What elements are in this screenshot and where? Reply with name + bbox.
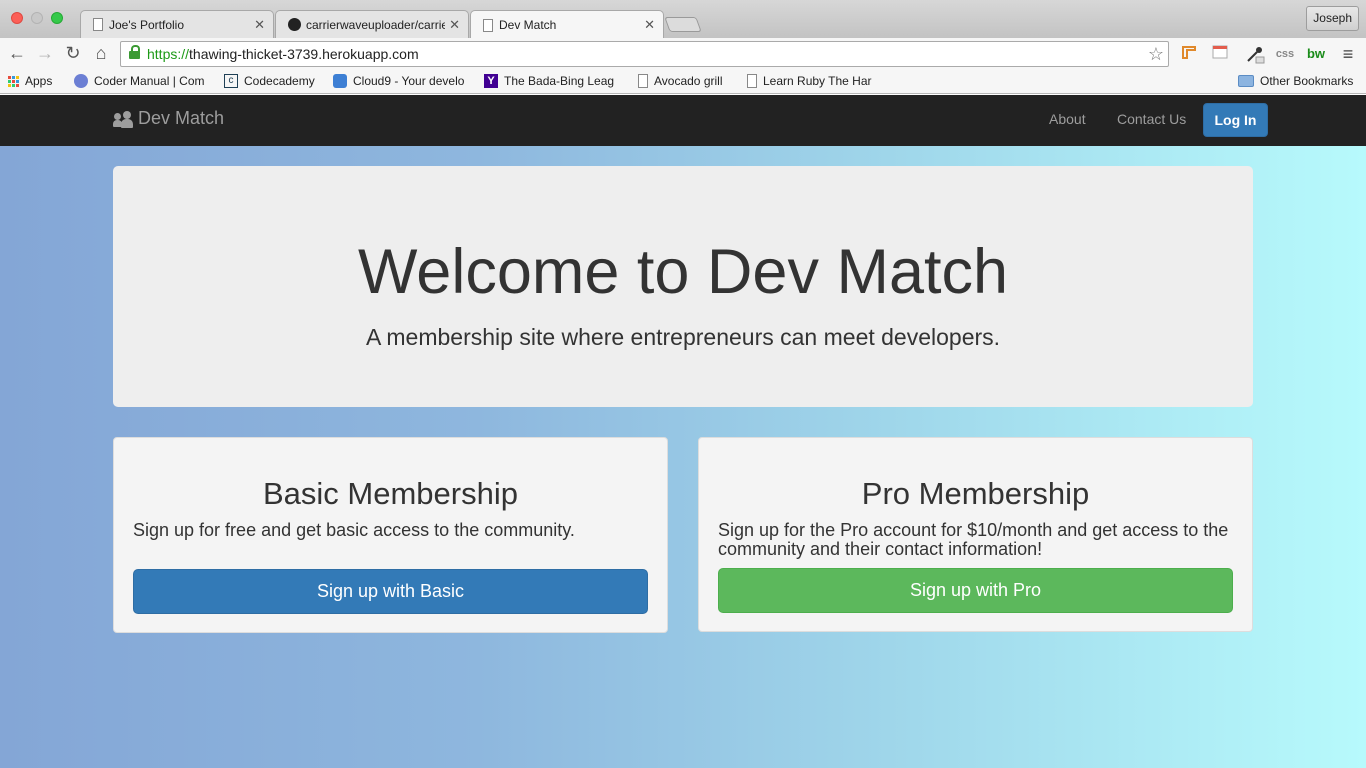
- document-icon: [483, 18, 493, 32]
- brand-name: Dev Match: [138, 108, 225, 128]
- document-icon: [747, 74, 757, 88]
- browser-titlebar: Joe's Portfolio ✕ carrierwaveuploader/ca…: [0, 0, 1366, 39]
- new-tab-button[interactable]: [664, 17, 702, 32]
- close-tab-icon[interactable]: ✕: [449, 17, 460, 33]
- browser-tab-active[interactable]: Dev Match ✕: [470, 10, 664, 39]
- hero-title: Welcome to Dev Match: [357, 237, 1009, 307]
- bookmark-star-icon[interactable]: ☆: [1148, 42, 1164, 66]
- bookmark-avocado-grill[interactable]: Avocado grill: [638, 74, 722, 88]
- bookmark-apps[interactable]: Apps: [8, 74, 52, 88]
- minimize-window-button[interactable]: [31, 12, 43, 24]
- close-window-button[interactable]: [11, 12, 23, 24]
- bookmark-label: Apps: [25, 74, 53, 88]
- users-icon: [113, 110, 133, 128]
- extension-bw-icon[interactable]: bw: [1305, 44, 1327, 64]
- bookmark-other-bookmarks[interactable]: Other Bookmarks: [1238, 74, 1353, 88]
- bookmark-cloud9[interactable]: Cloud9 - Your develo: [333, 74, 470, 88]
- extension-window-icon[interactable]: [1211, 44, 1229, 64]
- bookmark-label: Codecademy: [244, 74, 315, 88]
- nav-contact-link[interactable]: Contact Us: [1117, 111, 1186, 127]
- pro-membership-panel: Pro Membership Sign up for the Pro accou…: [698, 437, 1253, 632]
- browser-tab[interactable]: carrierwaveuploader/carrierwave ✕: [275, 10, 469, 38]
- document-icon: [93, 18, 103, 31]
- url-host: thawing-thicket-3739.herokuapp.com: [189, 46, 419, 62]
- basic-membership-title: Basic Membership: [263, 476, 518, 511]
- login-button[interactable]: Log In: [1203, 103, 1268, 137]
- bookmark-coder-manual[interactable]: Coder Manual | Com: [74, 74, 210, 88]
- site-navbar: Dev Match About Contact Us Log In: [0, 95, 1366, 146]
- pro-membership-title: Pro Membership: [861, 476, 1090, 511]
- tab-title: Dev Match: [499, 18, 557, 32]
- close-tab-icon[interactable]: ✕: [254, 17, 265, 33]
- url-scheme: https://: [147, 46, 190, 62]
- address-bar[interactable]: https://thawing-thicket-3739.herokuapp.c…: [120, 41, 1169, 67]
- browser-toolbar: ← → ↻ ⌂ https://thawing-thicket-3739.her…: [0, 38, 1366, 70]
- codecademy-icon: c: [224, 74, 238, 88]
- bookmark-yahoo[interactable]: Y The Bada-Bing Leag: [484, 74, 621, 88]
- extension-ruler-icon[interactable]: [1180, 44, 1198, 64]
- github-icon: [288, 18, 301, 31]
- reload-icon[interactable]: ↻: [62, 42, 84, 64]
- basic-membership-description: Sign up for free and get basic access to…: [133, 520, 575, 540]
- hero-subtitle: A membership site where entrepreneurs ca…: [365, 324, 1001, 350]
- basic-membership-panel: Basic Membership Sign up for free and ge…: [113, 437, 668, 633]
- brand-link[interactable]: Dev Match: [113, 108, 224, 129]
- signup-pro-button[interactable]: Sign up with Pro: [718, 568, 1233, 613]
- bookmark-codecademy[interactable]: c Codecademy: [224, 74, 315, 88]
- codermanual-icon: [74, 74, 88, 88]
- folder-icon: [1238, 75, 1254, 87]
- lock-icon: [129, 45, 140, 60]
- profile-button[interactable]: Joseph: [1306, 6, 1359, 31]
- apps-grid-icon: [8, 75, 19, 87]
- bookmark-label: Other Bookmarks: [1260, 74, 1354, 88]
- bookmark-label: Coder Manual | Com: [94, 74, 205, 88]
- forward-arrow-icon[interactable]: →: [34, 42, 56, 64]
- tab-title: carrierwaveuploader/carrierwave: [306, 17, 445, 32]
- menu-hamburger-icon[interactable]: ≡: [1338, 44, 1358, 64]
- yahoo-icon: Y: [484, 74, 498, 88]
- bookmark-label: Avocado grill: [654, 74, 723, 88]
- bookmark-label: Learn Ruby The Har: [763, 74, 872, 88]
- signup-basic-button[interactable]: Sign up with Basic: [133, 569, 648, 614]
- nav-about-link[interactable]: About: [1049, 111, 1086, 127]
- extension-css-icon[interactable]: css: [1275, 44, 1295, 64]
- home-icon[interactable]: ⌂: [90, 42, 112, 64]
- bookmark-label: The Bada-Bing Leag: [504, 74, 615, 88]
- zoom-window-button[interactable]: [51, 12, 63, 24]
- browser-tab[interactable]: Joe's Portfolio ✕: [80, 10, 274, 38]
- close-tab-icon[interactable]: ✕: [644, 17, 655, 33]
- back-arrow-icon[interactable]: ←: [6, 42, 28, 64]
- bookmark-learn-ruby[interactable]: Learn Ruby The Har: [747, 74, 882, 88]
- document-icon: [638, 74, 648, 88]
- extension-eyedropper-icon[interactable]: [1244, 44, 1266, 64]
- bookmarks-bar: Apps Coder Manual | Com c Codecademy Clo…: [0, 70, 1366, 94]
- tab-title: Joe's Portfolio: [109, 17, 184, 32]
- page-content: Welcome to Dev Match A membership site w…: [0, 146, 1366, 768]
- hero-jumbotron: Welcome to Dev Match A membership site w…: [113, 166, 1253, 407]
- bookmark-label: Cloud9 - Your develo: [353, 74, 465, 88]
- pro-membership-description: Sign up for the Pro account for $10/mont…: [718, 520, 1229, 559]
- cloud9-icon: [333, 74, 347, 88]
